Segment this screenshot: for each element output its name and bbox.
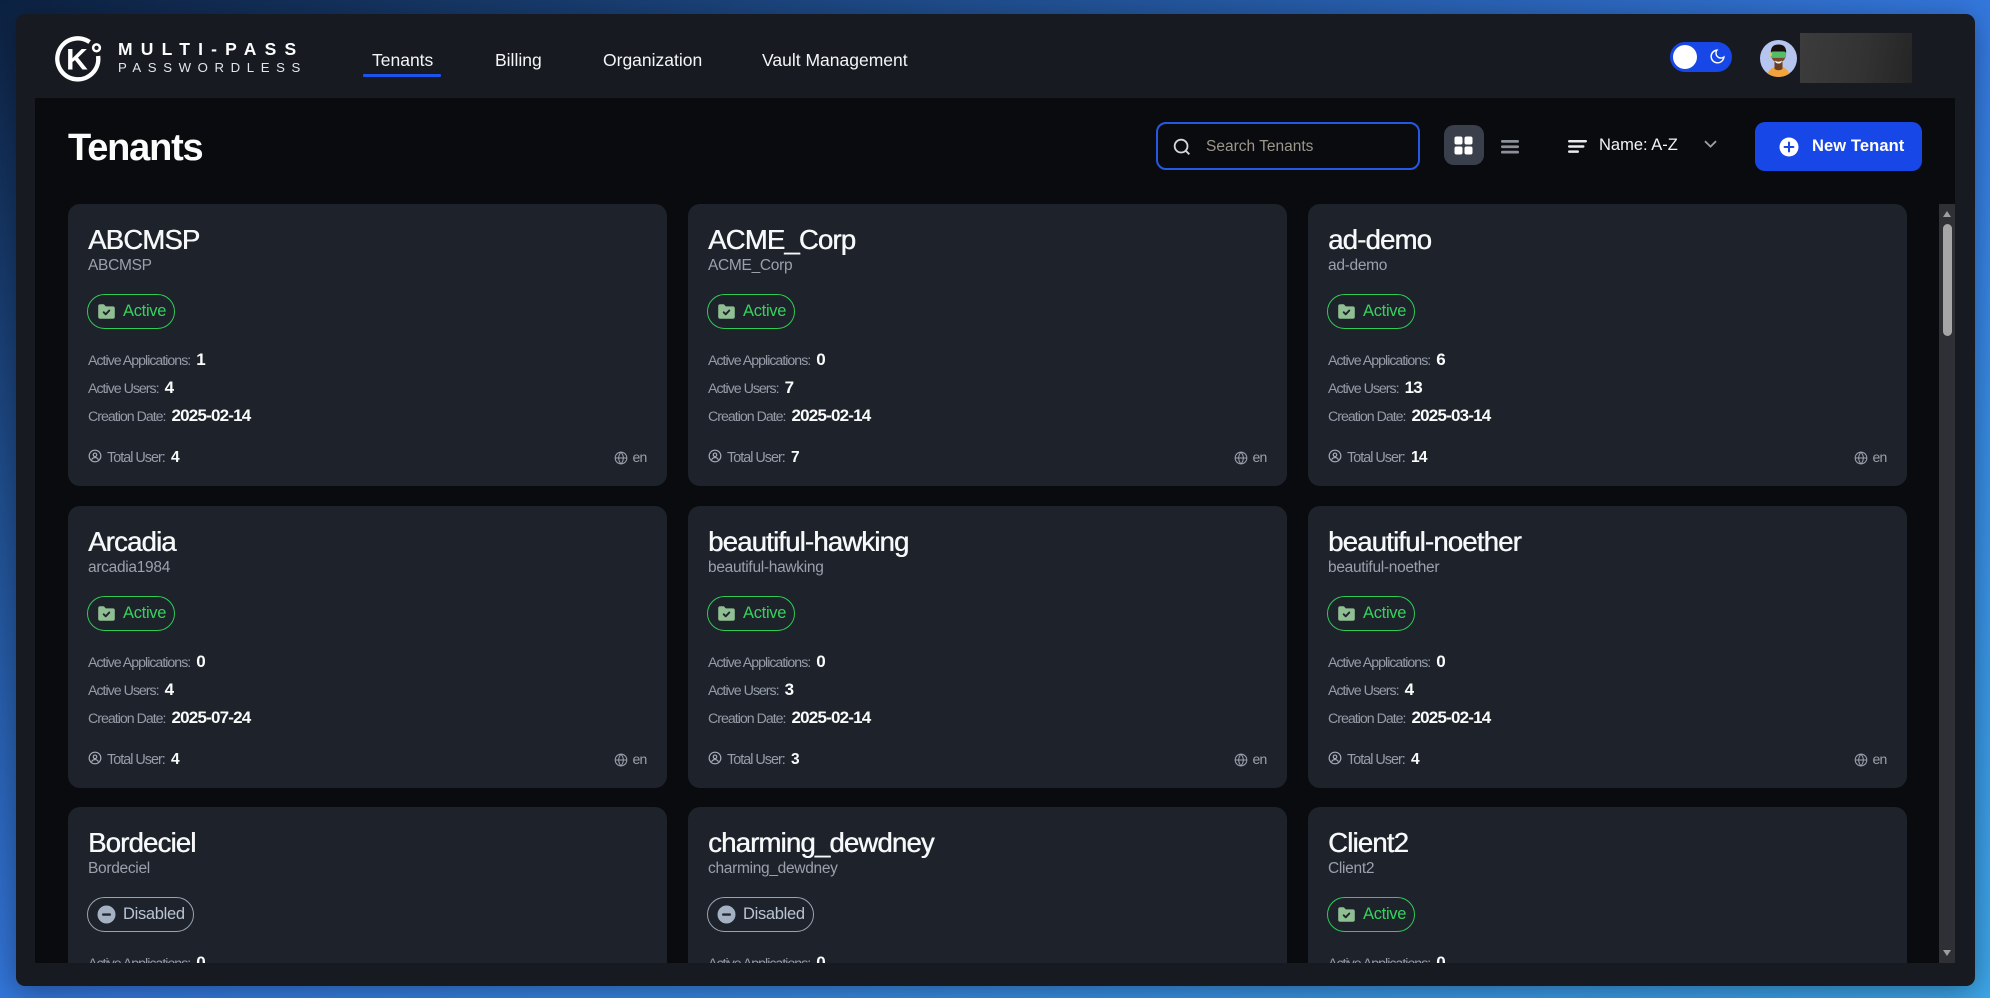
svg-text:K: K [66, 44, 88, 77]
